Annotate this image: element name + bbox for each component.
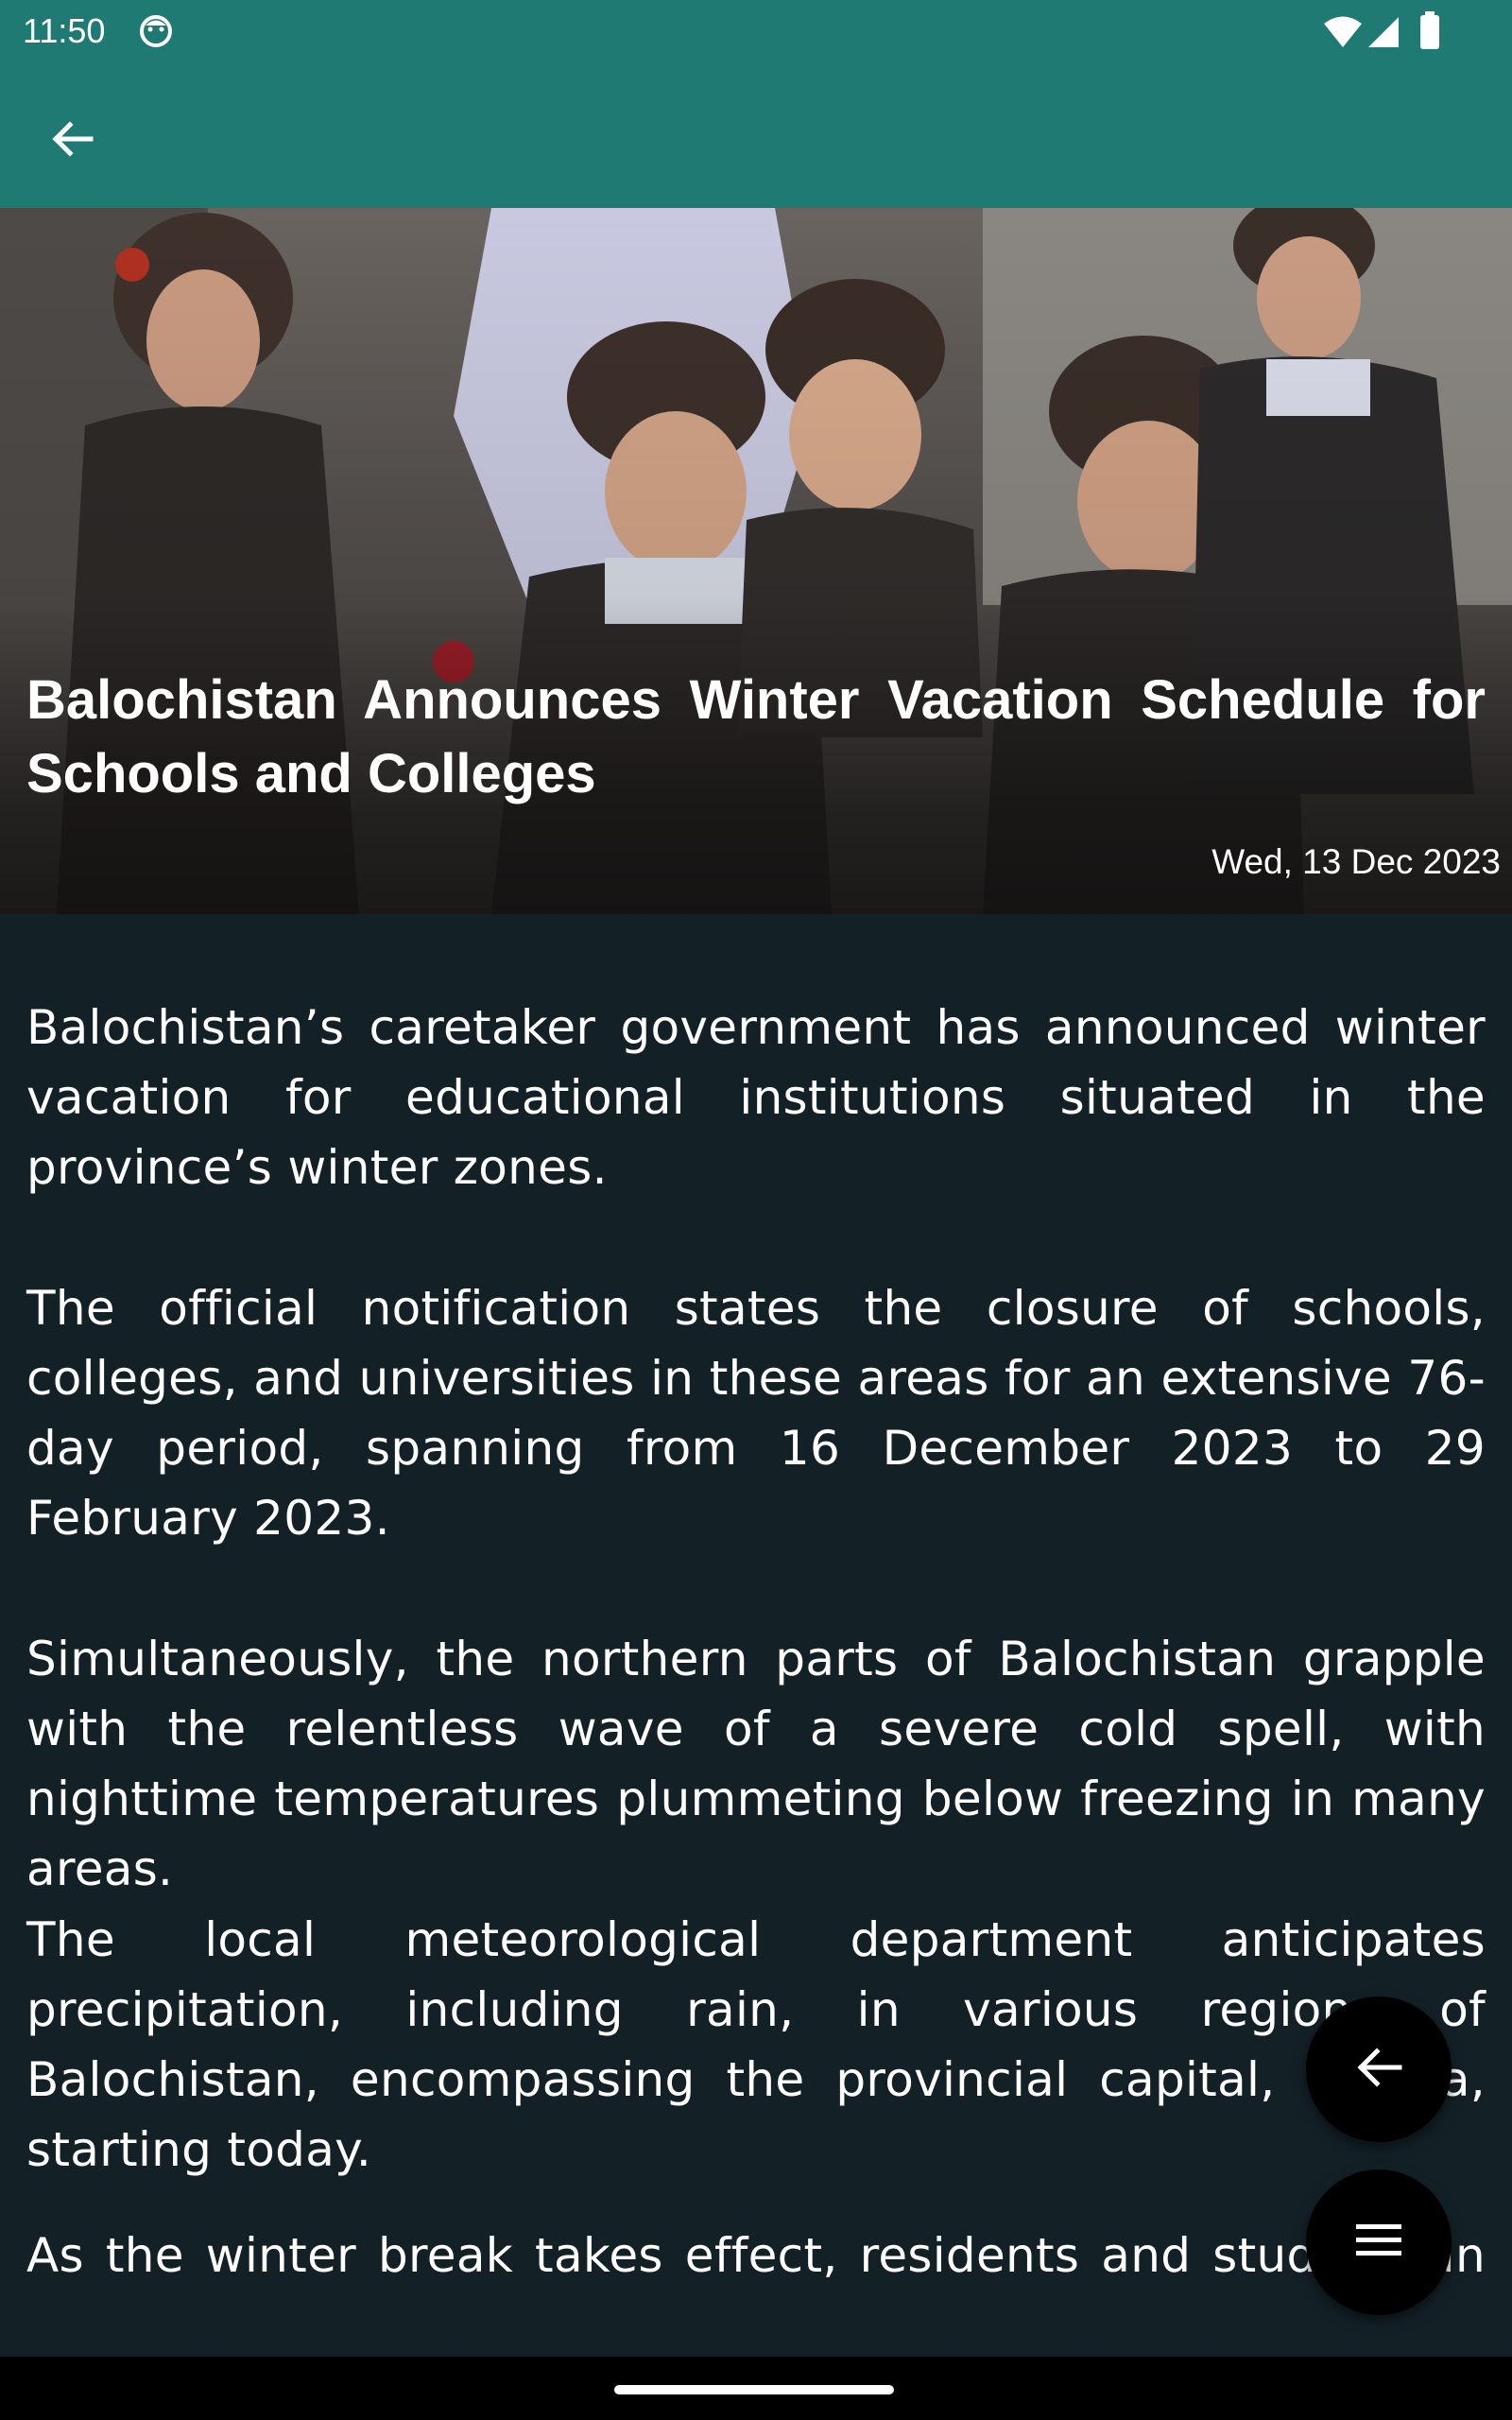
app-bar (0, 62, 1512, 208)
system-navigation-bar (0, 2357, 1512, 2420)
arrow-back-icon (1352, 2041, 1405, 2099)
article-paragraph: As the winter break takes effect, reside… (26, 2228, 1486, 2283)
article-paragraph: Balochistan’s caretaker government has a… (26, 1000, 1486, 1195)
signal-icon (1366, 15, 1400, 54)
article-paragraph: Simultaneously, the northern parts of Ba… (26, 1632, 1486, 1896)
status-time: 11:50 (23, 11, 106, 50)
menu-fab-button[interactable] (1306, 2169, 1452, 2315)
back-button[interactable] (30, 98, 115, 183)
article-paragraph: The local meteorological department anti… (26, 1912, 1486, 2177)
battery-icon (1419, 11, 1440, 54)
arrow-back-icon (49, 115, 96, 167)
article-date: Wed, 13 Dec 2023 (1211, 842, 1501, 881)
wifi-icon (1323, 15, 1363, 54)
status-bar: 11:50 (0, 0, 1512, 62)
article-body: Balochistan’s caretaker government has a… (0, 914, 1512, 2357)
menu-icon (1354, 2221, 1403, 2264)
article-title: Balochistan Announces Winter Vacation Sc… (26, 669, 1486, 804)
face-notification-icon (138, 13, 174, 54)
gesture-handle[interactable] (614, 2385, 894, 2394)
back-fab-button[interactable] (1306, 1996, 1452, 2142)
hero-banner: Balochistan Announces Winter Vacation Sc… (0, 208, 1512, 914)
article-paragraph: The official notification states the clo… (26, 1281, 1486, 1546)
